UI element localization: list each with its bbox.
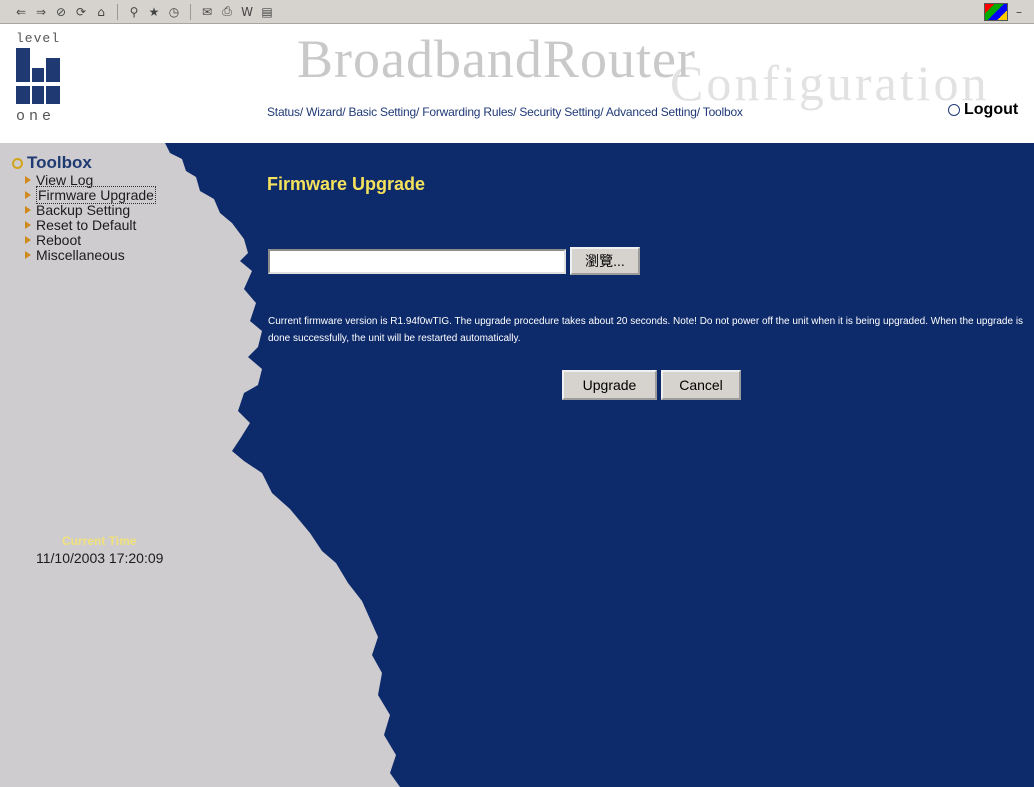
back-icon[interactable]: ⇐ [14,5,28,19]
print-icon[interactable]: ⎙ [220,4,234,19]
firmware-file-input[interactable] [268,249,566,274]
browser-toolbar: ⇐ ⇒ ⊘ ⟳ ⌂ ⚲ ★ ◷ ✉ ⎙ W ▤ – [0,0,1034,24]
nav-status[interactable]: Status [267,105,300,119]
current-time-value: 11/10/2003 17:20:09 [36,550,164,566]
sidebar-item-reboot[interactable]: Reboot [25,231,156,248]
window-controls: – [984,3,1026,21]
nav-wizard[interactable]: Wizard [306,105,342,119]
sidebar-title: Toolbox [27,153,92,172]
sidebar-item-backup-setting[interactable]: Backup Setting [25,201,156,218]
toolbar-separator [117,3,118,20]
arrow-right-icon [25,220,31,229]
logout-link[interactable]: Logout [948,101,1018,119]
sidebar-item-label: Reboot [36,231,82,248]
nav-forwarding-rules[interactable]: Forwarding Rules [422,105,513,119]
sidebar-item-label: Backup Setting [36,201,131,218]
logout-label[interactable]: Logout [964,101,1018,119]
windows-logo-icon [984,3,1008,21]
arrow-right-icon [25,175,31,184]
forward-icon[interactable]: ⇒ [34,5,48,19]
levelone-logo: level one [16,31,68,135]
arrow-right-icon [25,235,31,244]
stop-icon[interactable]: ⊘ [54,5,68,19]
circle-icon [12,157,23,169]
minimize-icon[interactable]: – [1012,5,1026,19]
arrow-right-icon [25,250,31,259]
edit-icon[interactable]: W [240,5,254,19]
refresh-icon[interactable]: ⟳ [74,5,88,19]
page-title: Firmware Upgrade [267,174,426,194]
brand-subtitle: Configuration [670,55,990,111]
sidebar-header: Toolbox [12,153,92,173]
sidebar-menu: View Log Firmware Upgrade Backup Setting… [25,172,156,263]
brand-title: BroadbandRouter [297,29,696,89]
sidebar-item-label: Reset to Default [36,216,137,233]
search-icon[interactable]: ⚲ [127,5,141,19]
arrow-right-icon [25,205,31,214]
cancel-button[interactable]: Cancel [661,370,741,400]
router-header: level one Configuration BroadbandRouter … [0,25,1034,143]
history-icon[interactable]: ◷ [167,5,181,19]
nav-advanced-setting[interactable]: Advanced Setting [606,105,697,119]
circle-icon [948,104,960,116]
sidebar-item-firmware-upgrade[interactable]: Firmware Upgrade [25,185,156,204]
mail-icon[interactable]: ✉ [200,5,214,19]
nav-toolbox[interactable]: Toolbox [703,105,743,119]
browse-button[interactable]: 瀏覽... [570,247,640,275]
nav-security-setting[interactable]: Security Setting [519,105,600,119]
sidebar-item-reset-to-default[interactable]: Reset to Default [25,216,156,233]
sidebar-item-miscellaneous[interactable]: Miscellaneous [25,246,156,263]
firmware-note: Current firmware version is R1.94f0wTIG.… [268,316,1024,344]
upgrade-button[interactable]: Upgrade [562,370,657,400]
current-time-label: Current Time [62,534,137,548]
sidebar-item-label: Miscellaneous [36,246,125,263]
logo-text-bottom: one [16,108,56,125]
logo-grid-icon [16,48,60,104]
toolbar-separator [190,3,191,20]
discuss-icon[interactable]: ▤ [260,5,274,19]
logo-text-top: level [16,31,61,46]
home-icon[interactable]: ⌂ [94,5,108,19]
top-nav: Status/ Wizard/ Basic Setting/ Forwardin… [267,105,743,119]
favorites-icon[interactable]: ★ [147,5,161,19]
nav-basic-setting[interactable]: Basic Setting [349,105,417,119]
arrow-right-icon [25,190,31,199]
